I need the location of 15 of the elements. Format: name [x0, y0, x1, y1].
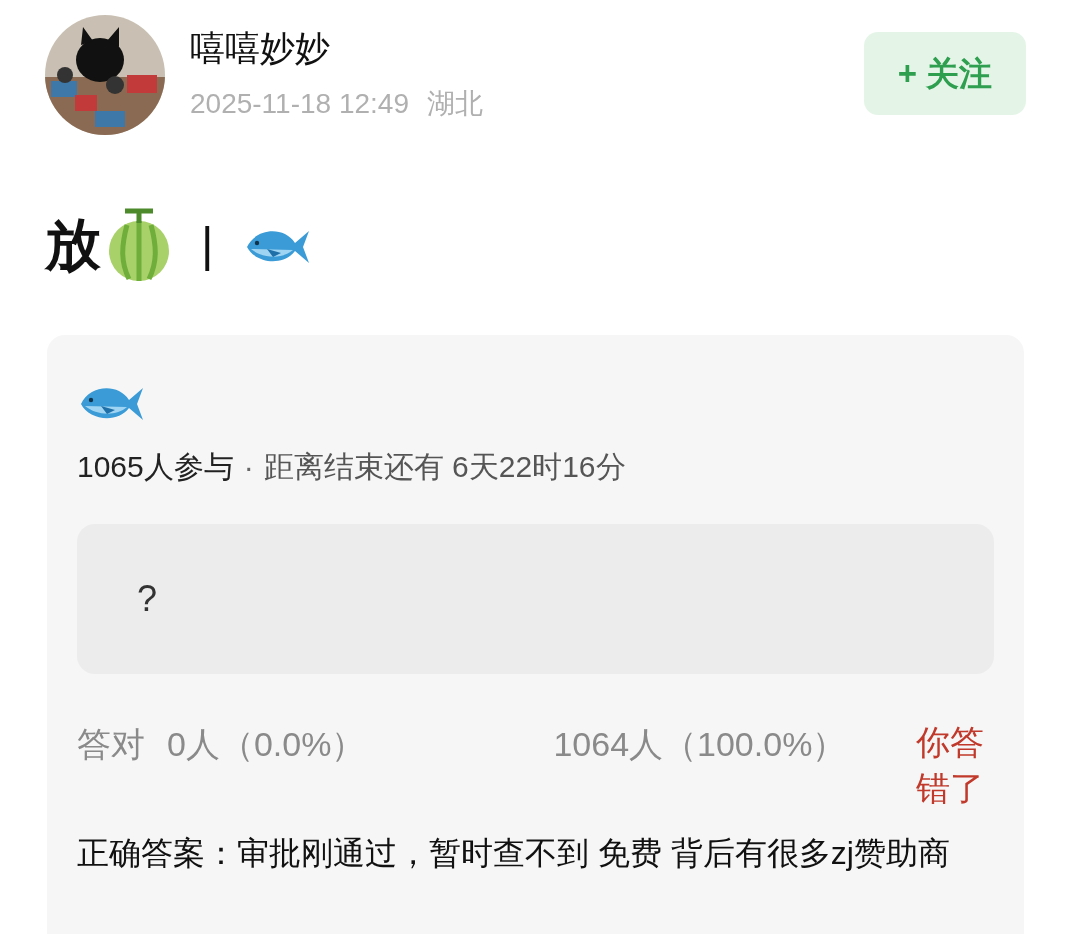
correct-label: 答对	[77, 724, 145, 765]
correct-count: 0人（0.0%）	[167, 724, 366, 765]
dot-separator: ·	[243, 449, 254, 485]
correct-answer-text: 正确答案：审批刚通过，暂时查不到 免费 背后有很多zj赞助商	[77, 834, 951, 873]
participants-count: 1065人参与	[77, 449, 234, 485]
wrong-count: 1064人（100.0%）	[553, 724, 847, 765]
countdown-text: 距离结束还有 6天22时16分	[263, 449, 626, 485]
melon-icon	[107, 207, 171, 283]
quiz-option[interactable]: ?	[77, 524, 994, 674]
wrong-answer-verdict: 你答错了	[916, 722, 985, 809]
post-location: 湖北	[427, 87, 483, 121]
post-title: 放	[45, 212, 101, 278]
author-name: 嘻嘻妙妙	[190, 27, 331, 69]
title-separator: |	[201, 217, 214, 273]
post-time: 2025-11-18 12:49	[190, 87, 409, 121]
